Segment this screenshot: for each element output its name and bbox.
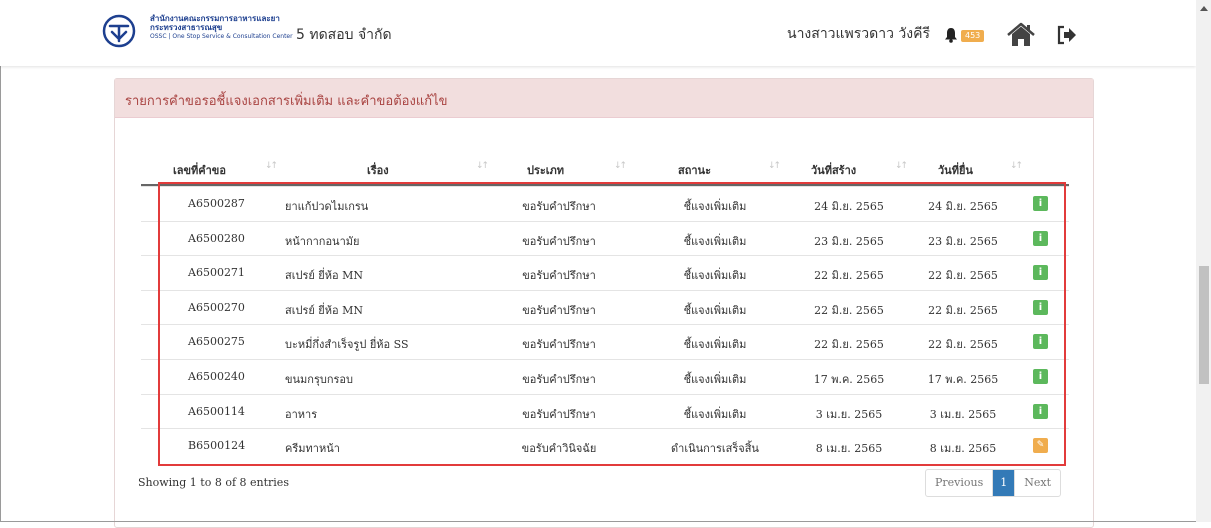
sort-icon[interactable]: ↓↑ <box>768 161 781 171</box>
logo-line2: กระทรวงสาธารณสุข <box>150 23 223 32</box>
scrollbar-thumb[interactable] <box>1199 266 1209 384</box>
company-name: 5 ทดสอบ จำกัด <box>296 27 392 43</box>
previous-button[interactable]: Previous <box>926 470 994 496</box>
col-header-request-no[interactable]: เลขที่คำขอ <box>173 161 226 179</box>
next-button[interactable]: Next <box>1014 470 1060 496</box>
sort-icon[interactable]: ↓↑ <box>1010 161 1023 171</box>
page-scrollbar[interactable] <box>1196 0 1211 522</box>
scroll-up-arrow-icon[interactable] <box>1200 6 1208 11</box>
logout-icon[interactable] <box>1056 24 1078 46</box>
col-header-created[interactable]: วันที่สร้าง <box>811 161 856 179</box>
col-header-submitted[interactable]: วันที่ยื่น <box>938 161 973 179</box>
bell-icon[interactable] <box>943 27 959 43</box>
sort-icon[interactable]: ↓↑ <box>476 161 489 171</box>
panel-title: รายการคำขอรอชี้แจงเอกสารเพิ่มเติม และคำข… <box>125 94 448 109</box>
col-header-subject[interactable]: เรื่อง <box>367 161 389 179</box>
logo-line3: OSSC | One Stop Service & Consultation C… <box>150 33 293 40</box>
table-header: เลขที่คำขอ ↓↑ เรื่อง ↓↑ ประเภท ↓↑ สถานะ … <box>141 152 1069 186</box>
highlight-box <box>158 182 1066 466</box>
panel-heading: รายการคำขอรอชี้แจงเอกสารเพิ่มเติม และคำข… <box>115 79 1093 118</box>
fda-logo-icon <box>102 14 136 48</box>
col-header-status[interactable]: สถานะ <box>678 161 711 179</box>
notification-badge[interactable]: 453 <box>961 30 985 42</box>
page-1-button[interactable]: 1 <box>993 470 1015 496</box>
home-icon[interactable] <box>1006 22 1036 48</box>
user-name[interactable]: นางสาวแพรวดาว วังคีรี <box>787 23 930 45</box>
pagination: Previous 1 Next <box>925 469 1062 497</box>
window-left-border <box>0 0 1 522</box>
table-info: Showing 1 to 8 of 8 entries <box>138 476 289 489</box>
fda-logo-text: สำนักงานคณะกรรมการอาหารและยา กระทรวงสาธา… <box>150 14 293 41</box>
col-header-type[interactable]: ประเภท <box>527 161 564 179</box>
top-navbar: สำนักงานคณะกรรมการอาหารและยา กระทรวงสาธา… <box>0 0 1196 66</box>
sort-icon[interactable]: ↓↑ <box>265 161 278 171</box>
sort-icon[interactable]: ↓↑ <box>895 161 908 171</box>
sort-icon[interactable]: ↓↑ <box>614 161 627 171</box>
logo-line1: สำนักงานคณะกรรมการอาหารและยา <box>150 14 280 23</box>
